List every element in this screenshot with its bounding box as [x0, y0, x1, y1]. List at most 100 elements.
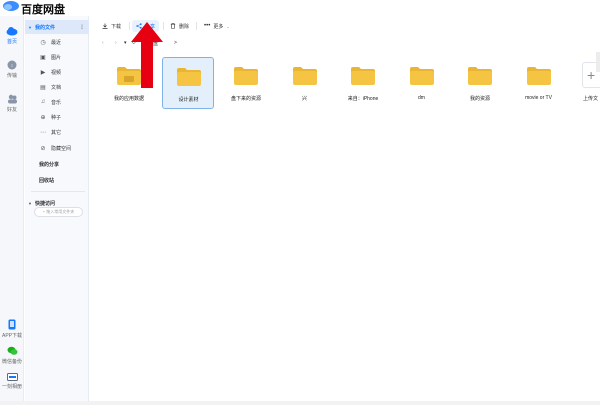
sidebar-item-videos[interactable]: ▶ 视频: [25, 65, 89, 79]
download-icon: [102, 23, 108, 29]
breadcrumb: ‹ › ▾ ⟳ 网盘 >: [90, 36, 600, 52]
image-icon: ▣: [40, 54, 46, 61]
toolbar-separator: [196, 22, 197, 30]
rail-label: APP下载: [1, 333, 22, 339]
folder-item[interactable]: 兴: [279, 57, 331, 109]
folder-name: 我的资源: [469, 96, 490, 102]
sidebar-item-hidden-space[interactable]: ⊘ 隐藏空间: [25, 141, 89, 155]
folder-name: 盘下来的资源: [230, 96, 261, 102]
toolbar: 下载 分享 删除 ••• 更多 ⌄: [90, 16, 600, 36]
dropdown-icon[interactable]: ▾: [124, 40, 127, 46]
sidebar-item-label: 音乐: [51, 99, 62, 106]
caret-down-icon: ▼: [28, 24, 32, 30]
sidebar: ▼ 我的文件 ⋮ ◷ 最近 ▣ 图片 ▶ 视频 ▤ 文档 ♫ 音乐 ⊕ 种子 ⋯: [25, 16, 89, 405]
breadcrumb-separator: >: [174, 40, 177, 46]
torrent-icon: ⊕: [40, 114, 46, 121]
rail-item-transfer[interactable]: ↕ 传输: [0, 60, 24, 79]
folder-name: 我的应用数据: [113, 96, 144, 102]
more-icon[interactable]: ⋮: [79, 24, 85, 31]
sidebar-divider: [31, 191, 85, 192]
folder-item[interactable]: dm: [396, 57, 448, 109]
cloud-icon: [6, 27, 18, 36]
scrollbar[interactable]: [596, 52, 600, 72]
folder-icon: [526, 67, 551, 85]
plus-icon: +: [587, 67, 596, 83]
sidebar-item-label: 视频: [51, 69, 62, 76]
app-title: 百度网盘: [21, 3, 65, 16]
caret-down-icon: ▼: [28, 200, 32, 206]
sidebar-item-label: 文档: [51, 84, 62, 91]
video-icon: ▶: [40, 69, 46, 76]
rail-label: 微信备份: [1, 359, 22, 365]
sidebar-item-label: 隐藏空间: [51, 145, 72, 152]
sidebar-item-music[interactable]: ♫ 音乐: [25, 95, 89, 109]
baidu-netdisk-logo: [3, 1, 19, 11]
file-grid: 我的应用数据 设计素材 盘下来的资源 兴 来自：iPhone dm 我的资源 movie or…: [90, 52, 600, 402]
folder-icon: [468, 67, 492, 85]
app-window: 百度网盘 首页 ↕ 传输 好友 APP下载 微信备份 一刻相册 ▼ 我的文件 ⋮…: [0, 0, 600, 405]
download-button[interactable]: 下载: [98, 20, 125, 32]
ellipsis-icon: ⋯: [40, 129, 46, 136]
rail-label: 好友: [6, 107, 17, 113]
sidebar-item-my-share[interactable]: 我的分享: [25, 157, 89, 171]
sidebar-item-label: 其它: [51, 129, 62, 136]
rail-item-album[interactable]: 一刻相册: [0, 373, 24, 390]
sidebar-item-recycle-bin[interactable]: 回收站: [25, 173, 89, 187]
sidebar-item-torrents[interactable]: ⊕ 种子: [25, 110, 89, 124]
phone-icon: [8, 319, 16, 330]
more-label: 更多: [213, 23, 224, 30]
folder-name: 设计素材: [178, 97, 199, 103]
more-button[interactable]: ••• 更多 ⌄: [200, 20, 234, 32]
sidebar-item-other[interactable]: ⋯ 其它: [25, 125, 89, 139]
sidebar-item-images[interactable]: ▣ 图片: [25, 50, 89, 64]
svg-text:↕: ↕: [11, 63, 14, 69]
folder-item[interactable]: movie or TV: [513, 57, 565, 109]
chevron-down-icon: ⌄: [226, 23, 230, 29]
sidebar-item-label: 最近: [51, 39, 62, 46]
rail-item-home[interactable]: 首页: [0, 26, 24, 45]
transfer-icon: ↕: [7, 60, 17, 70]
sidebar-item-label: 回收站: [39, 177, 55, 184]
folder-icon: [176, 68, 201, 86]
folder-name: dm: [418, 95, 425, 101]
sidebar-item-recent[interactable]: ◷ 最近: [25, 35, 89, 49]
folder-icon: [351, 67, 375, 85]
document-icon: ▤: [40, 84, 46, 91]
back-icon[interactable]: ‹: [102, 40, 104, 46]
red-arrow-annotation: [131, 22, 163, 88]
left-rail: 首页 ↕ 传输 好友 APP下载 微信备份 一刻相册: [0, 16, 24, 405]
friends-icon: [7, 94, 17, 104]
bottom-edge: [0, 401, 600, 405]
folder-item[interactable]: 来自：iPhone: [337, 57, 389, 109]
sidebar-item-label: 我的分享: [39, 161, 60, 168]
folder-icon: [409, 67, 434, 85]
sidebar-item-label: 图片: [51, 54, 62, 61]
rail-item-friends[interactable]: 好友: [0, 94, 24, 113]
folder-icon: [292, 67, 317, 85]
title-bar: 百度网盘: [0, 0, 600, 16]
wechat-icon: [7, 346, 17, 355]
sidebar-item-label: 快捷访问: [35, 200, 56, 207]
rail-item-app-download[interactable]: APP下载: [0, 319, 24, 339]
sidebar-item-documents[interactable]: ▤ 文档: [25, 80, 89, 94]
folder-item[interactable]: 我的资源: [454, 57, 506, 109]
folder-item[interactable]: 盘下来的资源: [220, 57, 272, 109]
rail-label: 一刻相册: [1, 384, 22, 390]
sidebar-item-label: 我的文件: [35, 24, 56, 31]
upload-label: 上传文: [583, 96, 599, 102]
lock-icon: ⊘: [40, 145, 46, 152]
rail-label: 首页: [6, 39, 17, 45]
music-icon: ♫: [40, 99, 46, 105]
forward-icon[interactable]: ›: [115, 40, 117, 46]
sidebar-item-my-files[interactable]: ▼ 我的文件 ⋮: [25, 20, 89, 34]
sidebar-item-label: 种子: [51, 114, 62, 121]
folder-name: movie or TV: [525, 95, 552, 101]
rail-item-wechat-backup[interactable]: 微信备份: [0, 346, 24, 365]
delete-label: 删除: [179, 23, 190, 30]
delete-button[interactable]: 删除: [166, 20, 193, 32]
album-icon: [6, 373, 18, 381]
folder-name: 来自：iPhone: [347, 96, 379, 102]
folder-icon: [234, 67, 258, 85]
folder-item[interactable]: 设计素材: [161, 57, 214, 109]
quick-access-drop-zone[interactable]: + 拖入常用文件夹: [34, 207, 83, 217]
